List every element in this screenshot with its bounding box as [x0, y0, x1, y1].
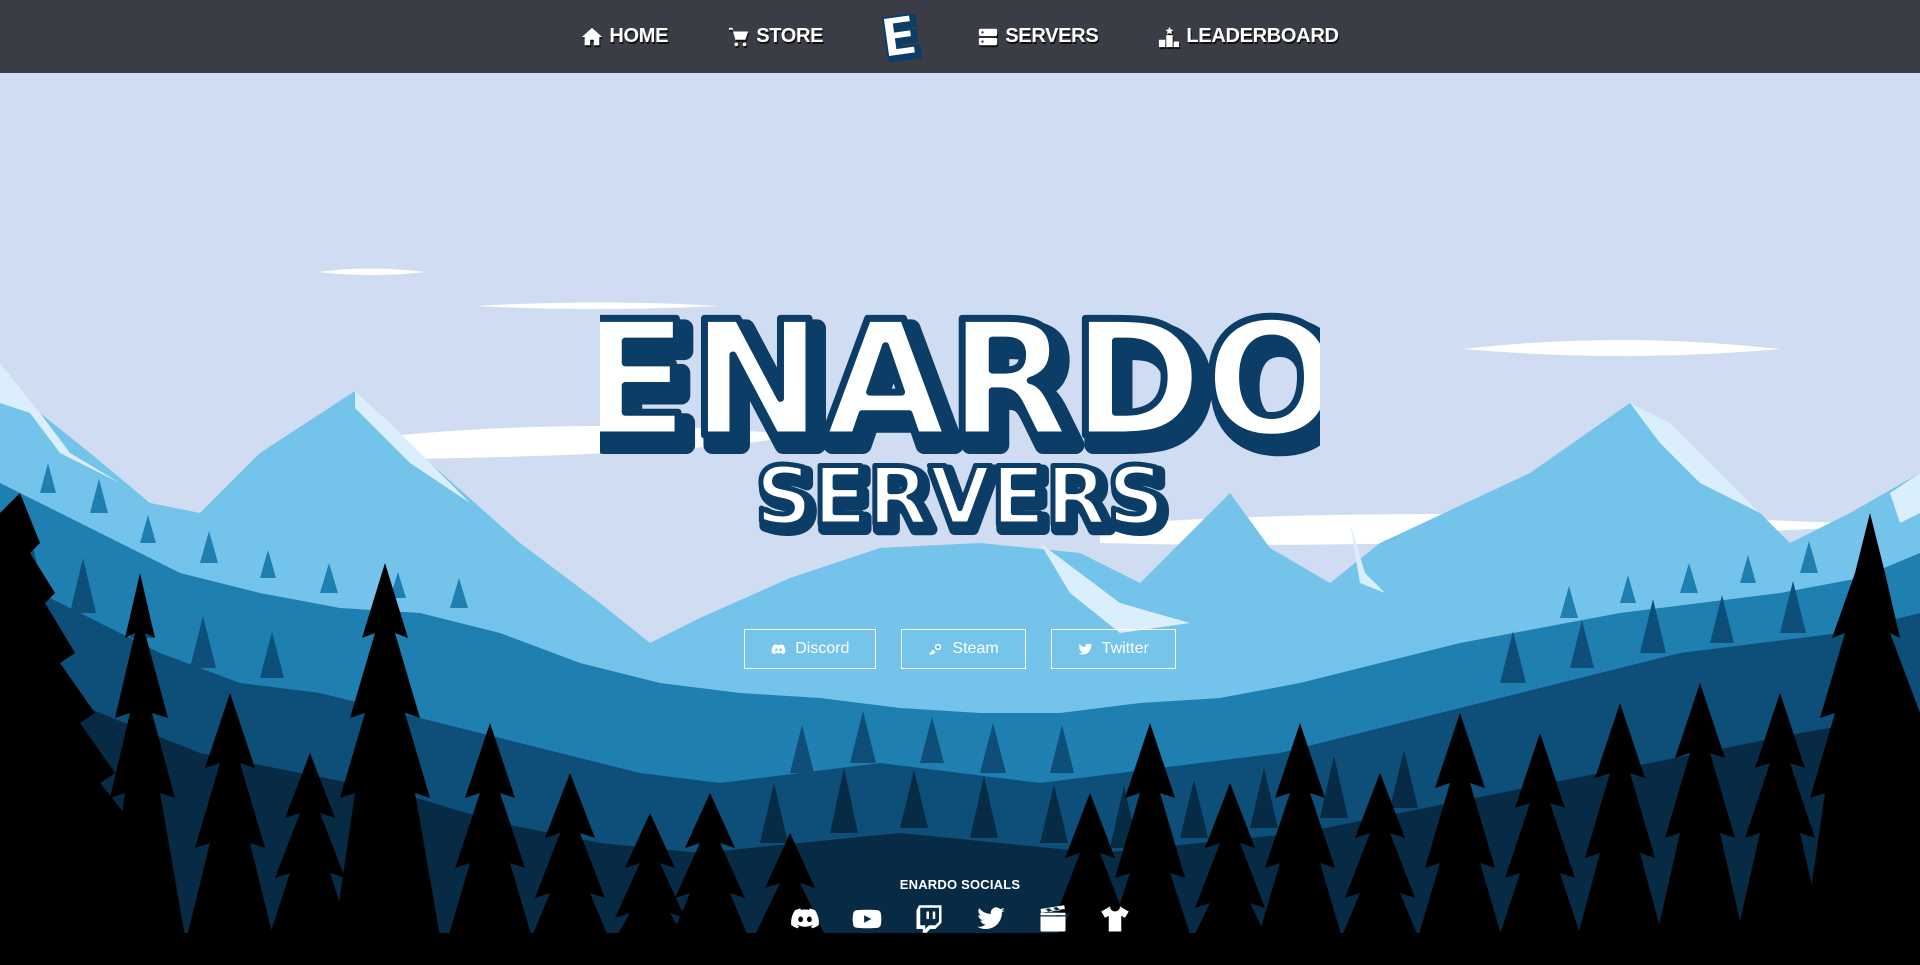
- clapperboard-icon: [1040, 905, 1066, 932]
- socials-section: ENARDO SOCIALS: [0, 877, 1920, 936]
- twitter-button-label: Twitter: [1101, 640, 1149, 657]
- brand-subtitle: SERVERS: [755, 450, 1165, 543]
- discord-icon: [771, 643, 786, 654]
- discord-button[interactable]: Discord: [744, 629, 877, 669]
- tshirt-icon: [1101, 906, 1129, 932]
- social-merch-link[interactable]: [1097, 902, 1133, 936]
- steam-icon: [929, 643, 942, 655]
- nav-servers[interactable]: SERVERS: [977, 25, 1099, 48]
- hero-section: ENARDO ENARDO SERVERS SERVERS Discord St…: [0, 73, 1920, 965]
- nav-logo[interactable]: E E: [875, 6, 926, 68]
- twitter-button[interactable]: Twitter: [1050, 629, 1176, 669]
- nav-leaderboard-label: LEADERBOARD: [1186, 25, 1339, 47]
- social-discord-link[interactable]: [787, 902, 823, 936]
- home-icon: [582, 27, 603, 45]
- nav-home-label: HOME: [609, 25, 669, 47]
- social-clapperboard-link[interactable]: [1035, 902, 1071, 936]
- nav-home[interactable]: HOME: [581, 25, 668, 48]
- nav-store[interactable]: STORE: [728, 25, 824, 48]
- social-icons-row: [0, 902, 1920, 936]
- podium-icon: [1159, 26, 1180, 47]
- twitter-icon: [1078, 643, 1093, 655]
- nav-servers-label: SERVERS: [1005, 25, 1099, 47]
- nav-store-label: STORE: [756, 25, 824, 47]
- brand-wordmark: ENARDO ENARDO SERVERS SERVERS: [600, 297, 1320, 547]
- twitch-icon: [916, 905, 942, 933]
- hero-button-row: Discord Steam Twitter: [0, 629, 1920, 669]
- twitter-icon: [977, 907, 1005, 930]
- brand-title: ENARDO: [600, 297, 1320, 473]
- youtube-icon: [852, 909, 882, 929]
- server-icon: [979, 28, 998, 45]
- socials-title: ENARDO SOCIALS: [899, 877, 1021, 892]
- logo-e-icon: E E: [876, 6, 926, 68]
- cart-icon: [729, 27, 749, 46]
- social-youtube-link[interactable]: [849, 902, 885, 936]
- social-twitter-link[interactable]: [973, 902, 1009, 936]
- discord-button-label: Discord: [795, 640, 850, 657]
- steam-button[interactable]: Steam: [901, 629, 1026, 669]
- steam-button-label: Steam: [952, 640, 999, 657]
- top-navbar: HOME STORE E E SERVERS LEADERBOARD: [0, 0, 1920, 73]
- nav-leaderboard[interactable]: LEADERBOARD: [1158, 25, 1339, 48]
- discord-icon: [791, 908, 819, 929]
- social-twitch-link[interactable]: [911, 902, 947, 936]
- brand-logo: ENARDO ENARDO SERVERS SERVERS: [0, 297, 1920, 547]
